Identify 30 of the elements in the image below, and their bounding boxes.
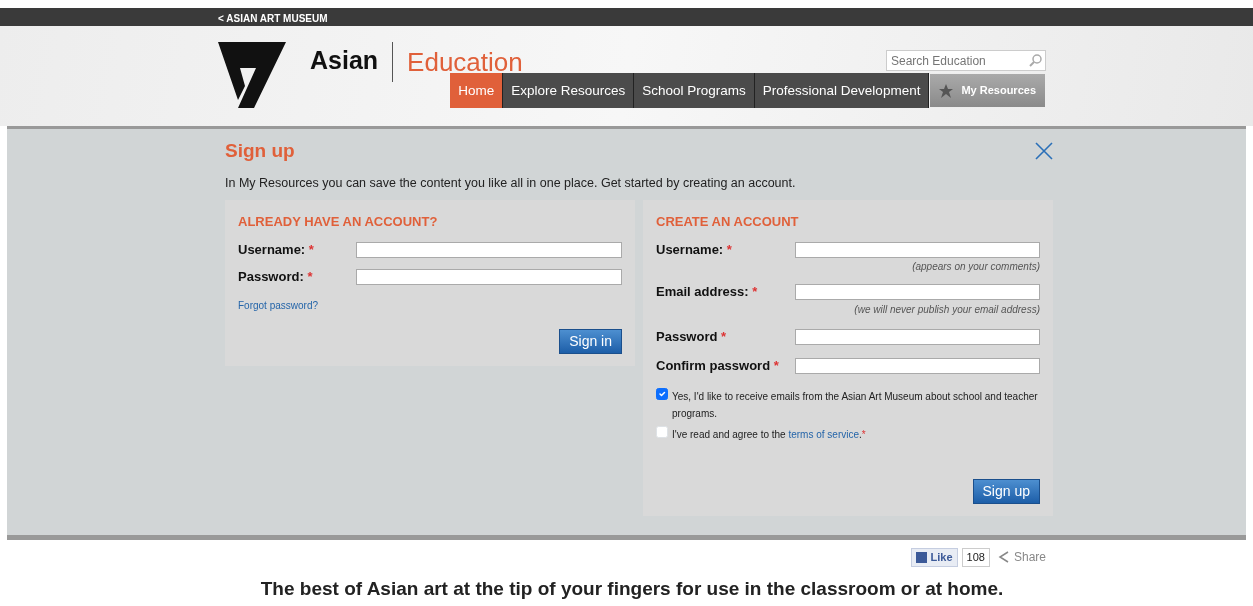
field-label: Username: * [238, 240, 315, 259]
nav-tab[interactable]: Home [450, 73, 504, 108]
checkbox-label: Yes, I'd like to receive emails from the Asian Art Museum about school and teacher programs. [672, 389, 1039, 421]
field-hint: (we will never publish your email address) [853, 302, 1040, 317]
nav-tab[interactable]: School Programs [634, 73, 755, 108]
tagline: The best of Asian art at the tip of your fingers for use in the classroom or at home. [259, 576, 1005, 601]
nav-tab[interactable]: Professional Development [754, 73, 930, 108]
form-heading: CREATE AN ACCOUNT [656, 213, 800, 232]
like-button[interactable]: Like [910, 548, 958, 567]
share-button[interactable]: Share [997, 548, 1046, 567]
nav-tab[interactable]: Explore Resources [503, 73, 635, 108]
nav-tab[interactable]: My Resources [929, 73, 1046, 108]
field-label: Password * [656, 327, 728, 346]
sign-in-button[interactable]: Sign in [559, 328, 622, 354]
forgot-password-link[interactable]: Forgot password? [238, 297, 319, 313]
intro-text: In My Resources you can save the content you like all in one place. Get started by creating an account. [225, 174, 797, 192]
field-label: Confirm password * [656, 357, 780, 376]
terms-link[interactable]: terms of service [788, 428, 859, 440]
sign-up-button[interactable]: Sign up [972, 479, 1040, 505]
dialog-title: Sign up [225, 139, 295, 163]
search-field[interactable]: Search Education [886, 50, 1046, 71]
form-heading: ALREADY HAVE AN ACCOUNT? [238, 213, 439, 232]
field-hint: (appears on your comments) [911, 260, 1040, 275]
brand-name: Asian [310, 45, 379, 76]
field-label: Email address: * [656, 283, 759, 302]
field-label: Password: * [238, 268, 314, 287]
field-label: Username: * [656, 240, 733, 259]
back-link[interactable]: < ASIAN ART MUSEUM [218, 13, 328, 24]
like-count: 108 [961, 548, 990, 567]
checkbox-label: I've read and agree to the terms of service.* [672, 427, 866, 442]
